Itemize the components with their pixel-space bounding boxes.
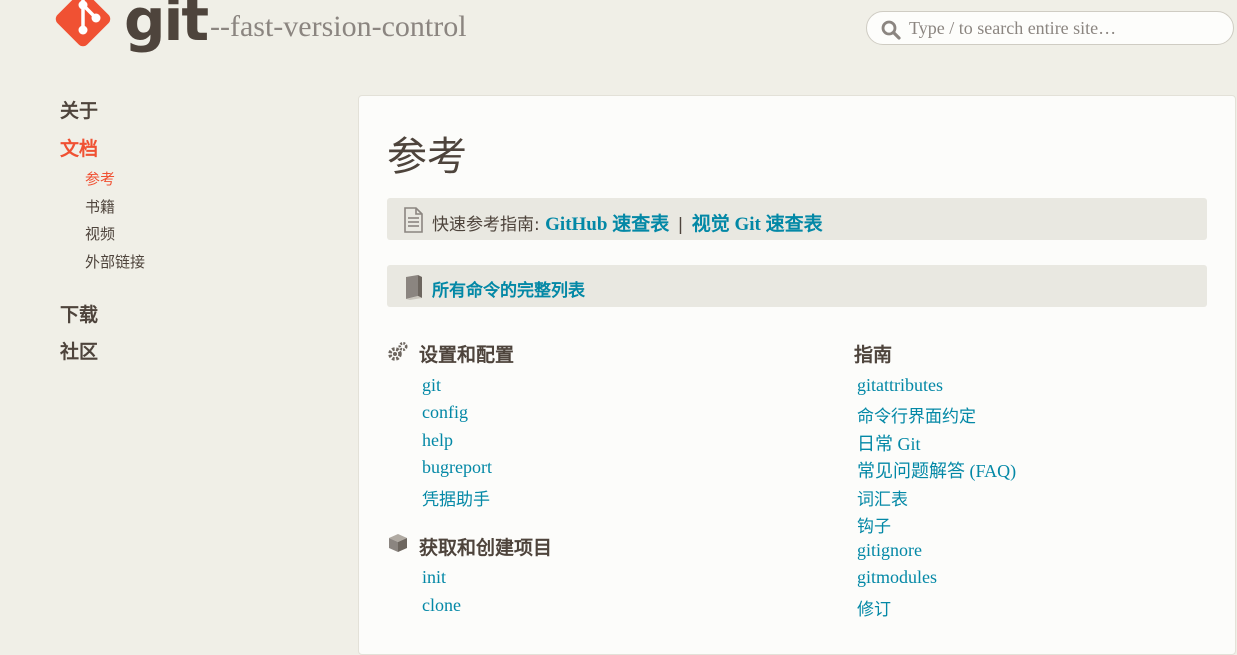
sidebar-item-about[interactable]: 关于 <box>60 96 98 123</box>
gears-icon <box>388 341 408 361</box>
section-heading-guides: 指南 <box>854 344 893 366</box>
full-command-list-link[interactable]: 所有命令的完整列表 <box>432 281 585 301</box>
full-command-list-text: 所有命令的完整列表 <box>432 276 585 301</box>
guide-link-cli-conventions[interactable]: 命令行界面约定 <box>857 402 976 427</box>
search-input[interactable] <box>909 16 1219 40</box>
quick-reference-callout: 快速参考指南: GitHub 速查表 | 视觉 Git 速查表 <box>387 198 1207 240</box>
box-icon <box>389 534 407 552</box>
command-link-help[interactable]: help <box>422 430 453 451</box>
command-link-credential-helper[interactable]: 凭据助手 <box>422 485 490 510</box>
quick-reference-text: 快速参考指南: GitHub 速查表 | 视觉 Git 速查表 <box>432 209 823 236</box>
guide-link-gitattributes[interactable]: gitattributes <box>857 375 943 396</box>
sidebar-item-docs[interactable]: 文档 <box>60 134 98 161</box>
git-logo[interactable]: git <box>53 0 209 58</box>
git-logo-text: git <box>124 0 209 54</box>
guide-link-glossary[interactable]: 词汇表 <box>857 485 908 510</box>
guide-link-everyday-git[interactable]: 日常 Git <box>857 430 921 456</box>
guide-link-hooks[interactable]: 钩子 <box>857 512 891 537</box>
command-link-bugreport[interactable]: bugreport <box>422 457 492 478</box>
guide-link-revisions[interactable]: 修订 <box>857 595 891 620</box>
page-title: 参考 <box>387 134 467 180</box>
git-branch-icon <box>78 0 101 35</box>
command-link-clone[interactable]: clone <box>422 595 461 616</box>
link-separator: | <box>677 215 684 235</box>
sidebar-subitem-external-links[interactable]: 外部链接 <box>85 251 145 272</box>
visual-git-cheat-sheet-link[interactable]: 视觉 Git 速查表 <box>692 214 823 235</box>
sidebar-subitem-reference[interactable]: 参考 <box>85 168 115 189</box>
command-link-git[interactable]: git <box>422 375 441 396</box>
sidebar-subitem-videos[interactable]: 视频 <box>85 223 115 244</box>
section-heading-getting-creating: 获取和创建项目 <box>419 537 553 559</box>
guide-link-gitmodules[interactable]: gitmodules <box>857 567 937 588</box>
sidebar-subitem-book[interactable]: 书籍 <box>85 196 115 217</box>
guide-link-faq[interactable]: 常见问题解答 (FAQ) <box>857 457 1016 483</box>
sidebar-item-community[interactable]: 社区 <box>60 337 98 364</box>
sidebar-item-downloads[interactable]: 下载 <box>60 300 98 327</box>
github-cheat-sheet-link[interactable]: GitHub 速查表 <box>545 214 669 235</box>
full-command-list-callout: 所有命令的完整列表 <box>387 265 1207 307</box>
site-tagline: --fast-version-control <box>210 10 467 43</box>
quick-reference-label: 快速参考指南: <box>432 215 540 235</box>
command-link-init[interactable]: init <box>422 567 446 588</box>
document-icon <box>404 207 423 233</box>
search-icon <box>881 20 901 40</box>
command-link-config[interactable]: config <box>422 402 468 423</box>
guide-link-gitignore[interactable]: gitignore <box>857 540 922 561</box>
main-content: 参考 快速参考指南: GitHub 速查表 | 视觉 Git 速查表 所有命令的… <box>358 95 1236 655</box>
section-heading-setup-config: 设置和配置 <box>419 344 515 366</box>
book-icon <box>406 275 422 300</box>
search-box[interactable] <box>866 11 1234 45</box>
